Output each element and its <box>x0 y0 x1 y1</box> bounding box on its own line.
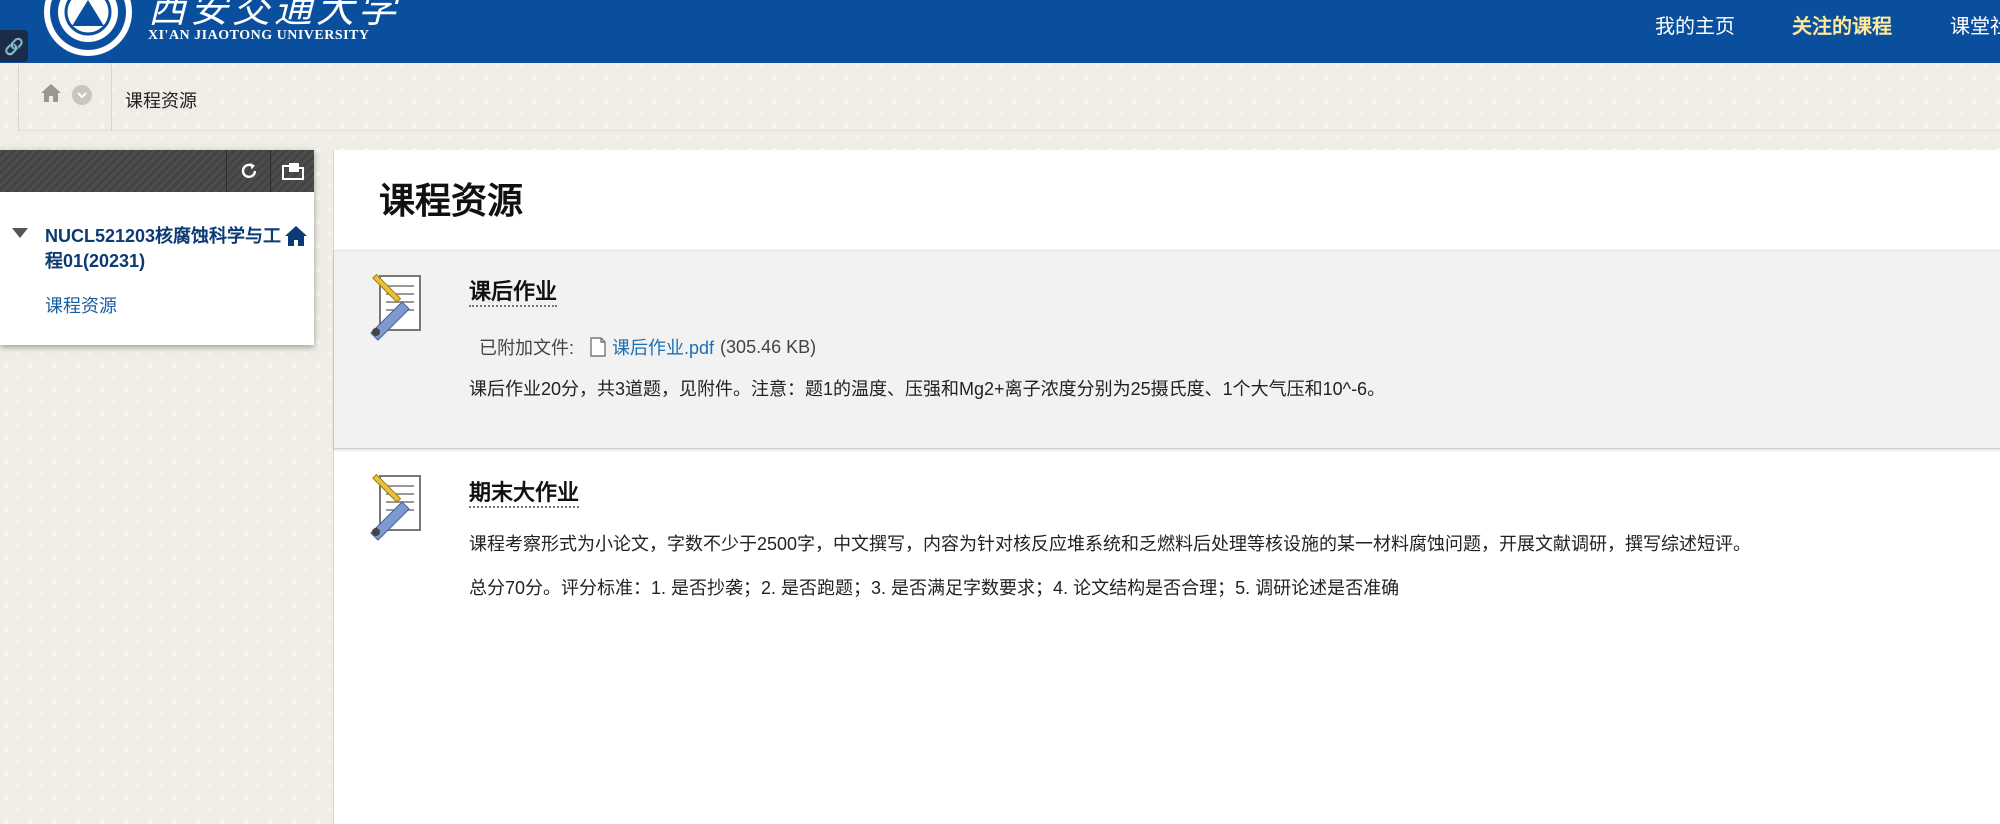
file-size: (305.46 KB) <box>720 336 817 357</box>
item-description: 课程考察形式为小论文，字数不少于2500字，中文撰写，内容为针对核反应堆系统和乏… <box>469 534 1752 554</box>
course-menu-panel: NUCL521203核腐蚀科学与工程01(20231) 课程资源 <box>0 150 314 345</box>
course-menu-toolbar <box>0 150 314 192</box>
breadcrumb: 课程资源 <box>18 63 2000 131</box>
refresh-icon[interactable] <box>226 150 270 192</box>
home-icon[interactable] <box>39 81 63 105</box>
breadcrumb-current: 课程资源 <box>125 91 197 111</box>
attachment-row: 已附加文件: 课后作业.pdf (305.46 KB) <box>479 335 816 359</box>
nav-my-homepage[interactable]: 我的主页 <box>1655 10 1735 39</box>
content-item: 期末大作业 课程考察形式为小论文，字数不少于2500字，中文撰写，内容为针对核反… <box>334 450 2000 650</box>
attached-files-label: 已附加文件: <box>479 338 575 358</box>
collapse-triangle-icon[interactable] <box>12 228 28 240</box>
course-menu-link-resources[interactable]: 课程资源 <box>45 292 117 318</box>
home-icon[interactable] <box>284 225 308 247</box>
chevron-down-icon[interactable] <box>72 85 92 105</box>
file-download-link[interactable]: 课后作业.pdf <box>612 334 714 360</box>
top-banner: 🔗 西安交通大学 XI'AN JIAOTONG UNIVERSITY 我的主页 … <box>0 0 2000 63</box>
item-title[interactable]: 课后作业 <box>469 279 558 307</box>
content-area: 课程资源 课后作业 已附加文件: 课后作业.pdf (305.46 KB) 课后… <box>333 150 2000 824</box>
breadcrumb-divider <box>111 63 112 131</box>
assignment-icon <box>370 273 421 341</box>
item-description: 总分70分。评分标准：1. 是否抄袭；2. 是否跑题；3. 是否满足字数要求；4… <box>469 578 1400 598</box>
folder-icon[interactable] <box>270 150 314 192</box>
assignment-icon <box>370 473 421 541</box>
nav-followed-courses[interactable]: 关注的课程 <box>1792 10 1892 39</box>
course-title[interactable]: NUCL521203核腐蚀科学与工程01(20231) <box>45 224 285 274</box>
item-description: 课后作业20分，共3道题，见附件。注意：题1的温度、压强和Mg2+离子浓度分别为… <box>469 379 1386 399</box>
university-emblem-icon <box>44 0 132 56</box>
link-icon[interactable]: 🔗 <box>0 30 28 62</box>
nav-classroom[interactable]: 课堂社 <box>1950 10 2000 39</box>
item-title[interactable]: 期末大作业 <box>469 480 580 508</box>
university-name-en: XI'AN JIAOTONG UNIVERSITY <box>148 28 370 43</box>
page-title: 课程资源 <box>379 180 524 221</box>
file-icon <box>590 337 606 357</box>
content-item: 课后作业 已附加文件: 课后作业.pdf (305.46 KB) 课后作业20分… <box>334 250 2000 449</box>
